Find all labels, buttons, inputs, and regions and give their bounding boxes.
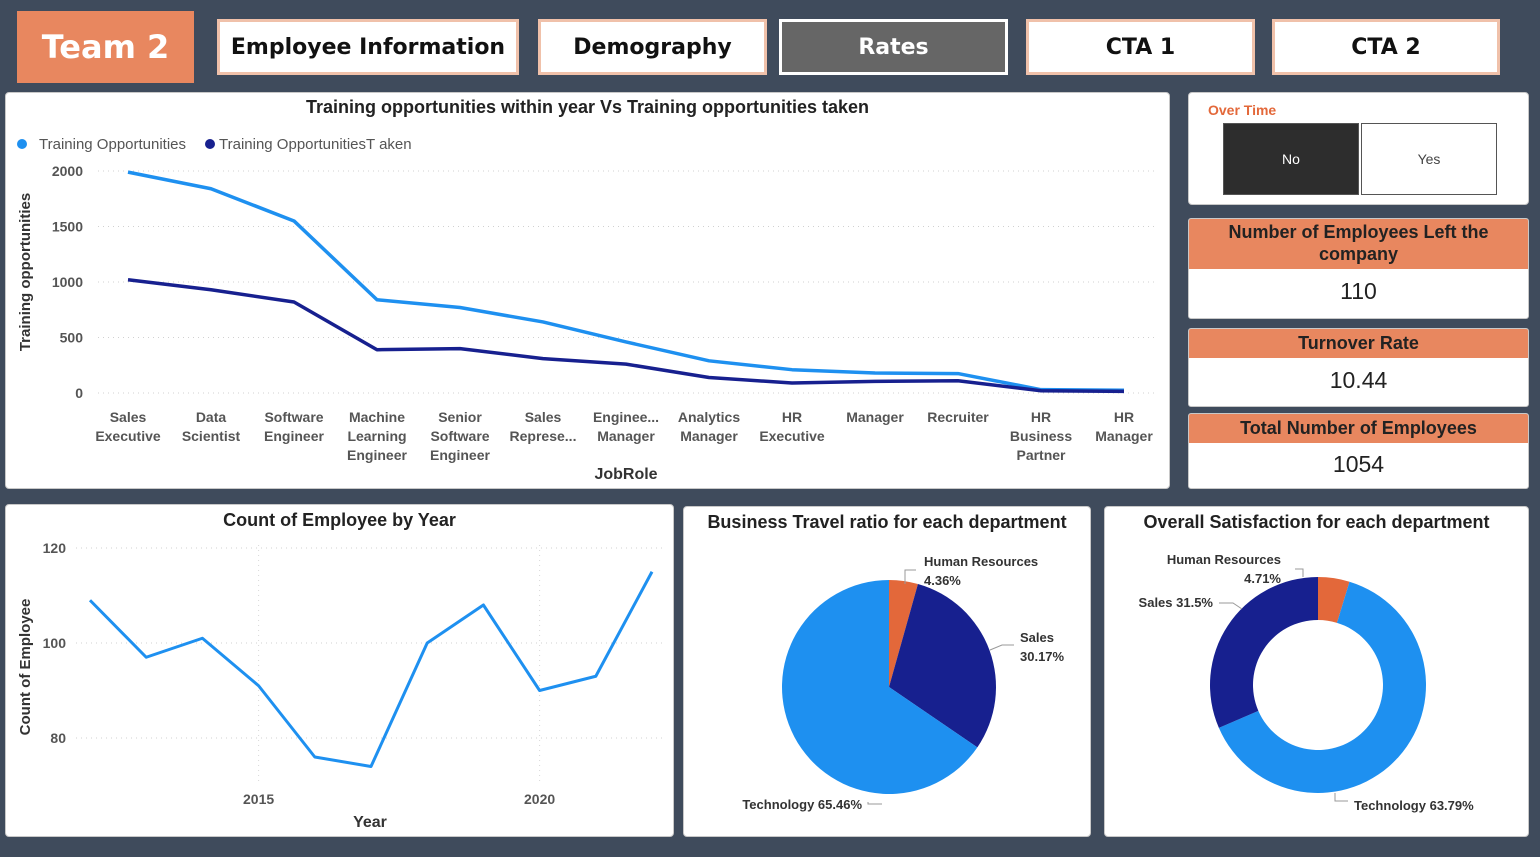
kpi-value: 10.44	[1329, 367, 1388, 393]
pie-label: 4.71%	[1244, 571, 1281, 586]
x-tick-label: Enginee... Manager	[593, 409, 659, 444]
pie-label: Technology 65.46%	[742, 797, 862, 812]
y-axis-label: Count of Employee	[17, 599, 34, 736]
x-tick-label: Data Scientist	[182, 409, 241, 444]
pie-label: Human Resources	[1167, 552, 1281, 567]
pie-label: 4.36%	[924, 573, 961, 588]
training-line-chart: Training Opportunities Training Opportuni…	[17, 136, 1158, 483]
kpi-turnover-rate: Turnover Rate 10.44	[1188, 328, 1529, 407]
x-tick-label: 2015	[243, 791, 274, 807]
leader-line	[1334, 793, 1348, 802]
y-tick-label: 80	[50, 730, 66, 746]
tab-cta-1[interactable]: CTA 1	[1026, 19, 1255, 75]
legend-label: Training OpportunitiesT aken	[219, 136, 412, 153]
pie-label: Sales	[1020, 630, 1054, 645]
slicer-option-yes[interactable]: Yes	[1361, 123, 1497, 195]
training-chart-panel: Training opportunities within year Vs Tr…	[5, 92, 1170, 489]
y-tick-label: 2000	[52, 163, 83, 179]
x-axis-label: JobRole	[594, 466, 657, 483]
legend-label: Training Opportunities	[39, 136, 186, 153]
business-travel-pie: Human Resources 4.36% Sales 30.17% Technolog…	[742, 554, 1065, 812]
x-tick-label: Analytics Manager	[678, 409, 740, 444]
y-tick-label: 1000	[52, 274, 83, 290]
tab-cta-2[interactable]: CTA 2	[1272, 19, 1500, 75]
x-tick-label: Software Engineer	[264, 409, 324, 444]
leader-line	[1295, 568, 1304, 577]
x-tick-label: Sales Executive	[95, 409, 161, 444]
count-by-year-panel: Count of Employee by Year 120 100 80 2015 20…	[5, 504, 674, 837]
kpi-value: 1054	[1332, 451, 1385, 477]
y-tick-label: 1500	[52, 219, 83, 235]
pie-label: 30.17%	[1020, 649, 1065, 664]
satisfaction-panel: Overall Satisfaction for each department…	[1104, 506, 1529, 837]
kpi-employees-left: Number of Employees Left the company 110	[1188, 218, 1529, 319]
series-line	[127, 278, 1125, 394]
pie-slice	[1210, 577, 1318, 728]
business-travel-panel: Business Travel ratio for each departmen…	[683, 506, 1091, 837]
x-tick-label: Sales Represe...	[510, 409, 577, 444]
pie-label: Human Resources	[924, 554, 1038, 569]
x-tick-label: HR Business Partner	[1010, 409, 1072, 463]
kpi-label: Turnover Rate	[1189, 329, 1528, 358]
slicer-option-no[interactable]: No	[1223, 123, 1359, 195]
over-time-slicer: Over Time No Yes	[1188, 92, 1529, 205]
x-tick-label: Manager	[846, 409, 904, 425]
tab-employee-information[interactable]: Employee Information	[217, 19, 519, 75]
y-tick-label: 100	[43, 635, 67, 651]
legend-marker	[205, 139, 215, 149]
pie-label: Sales 31.5%	[1139, 595, 1214, 610]
kpi-value: 110	[1340, 278, 1377, 304]
leader-line	[867, 802, 882, 805]
tab-demography[interactable]: Demography	[538, 19, 767, 75]
x-tick-label: HR Executive	[759, 409, 825, 444]
pie-label: Technology 63.79%	[1354, 798, 1474, 813]
series-line	[88, 571, 654, 768]
x-tick-label: Machine Learning Engineer	[347, 409, 407, 463]
kpi-total-employees: Total Number of Employees 1054	[1188, 413, 1529, 489]
x-tick-label: HR Manager	[1095, 409, 1153, 444]
y-tick-label: 120	[43, 540, 67, 556]
series-line	[127, 170, 1125, 392]
team-badge: Team 2	[17, 11, 194, 83]
leader-line	[989, 644, 1014, 651]
satisfaction-donut: Human Resources 4.71% Sales 31.5% Technolog…	[1139, 552, 1475, 813]
legend-marker	[17, 139, 27, 149]
x-tick-label: Senior Software Engineer	[430, 409, 490, 463]
x-axis-label: Year	[353, 814, 387, 831]
y-tick-label: 500	[60, 330, 84, 346]
slicer-title: Over Time	[1208, 102, 1277, 118]
count-line-chart: 120 100 80 2015 2020 Count of Employee Year	[17, 540, 666, 831]
y-axis-label: Training opportunities	[17, 193, 34, 351]
kpi-label: Total Number of Employees	[1189, 414, 1528, 443]
y-tick-label: 0	[75, 385, 83, 401]
x-tick-label: Recruiter	[927, 409, 989, 425]
x-tick-label: 2020	[524, 791, 555, 807]
leader-line	[1219, 602, 1243, 610]
tab-rates[interactable]: Rates	[779, 19, 1008, 75]
kpi-label: Number of Employees Left the company	[1189, 219, 1528, 269]
